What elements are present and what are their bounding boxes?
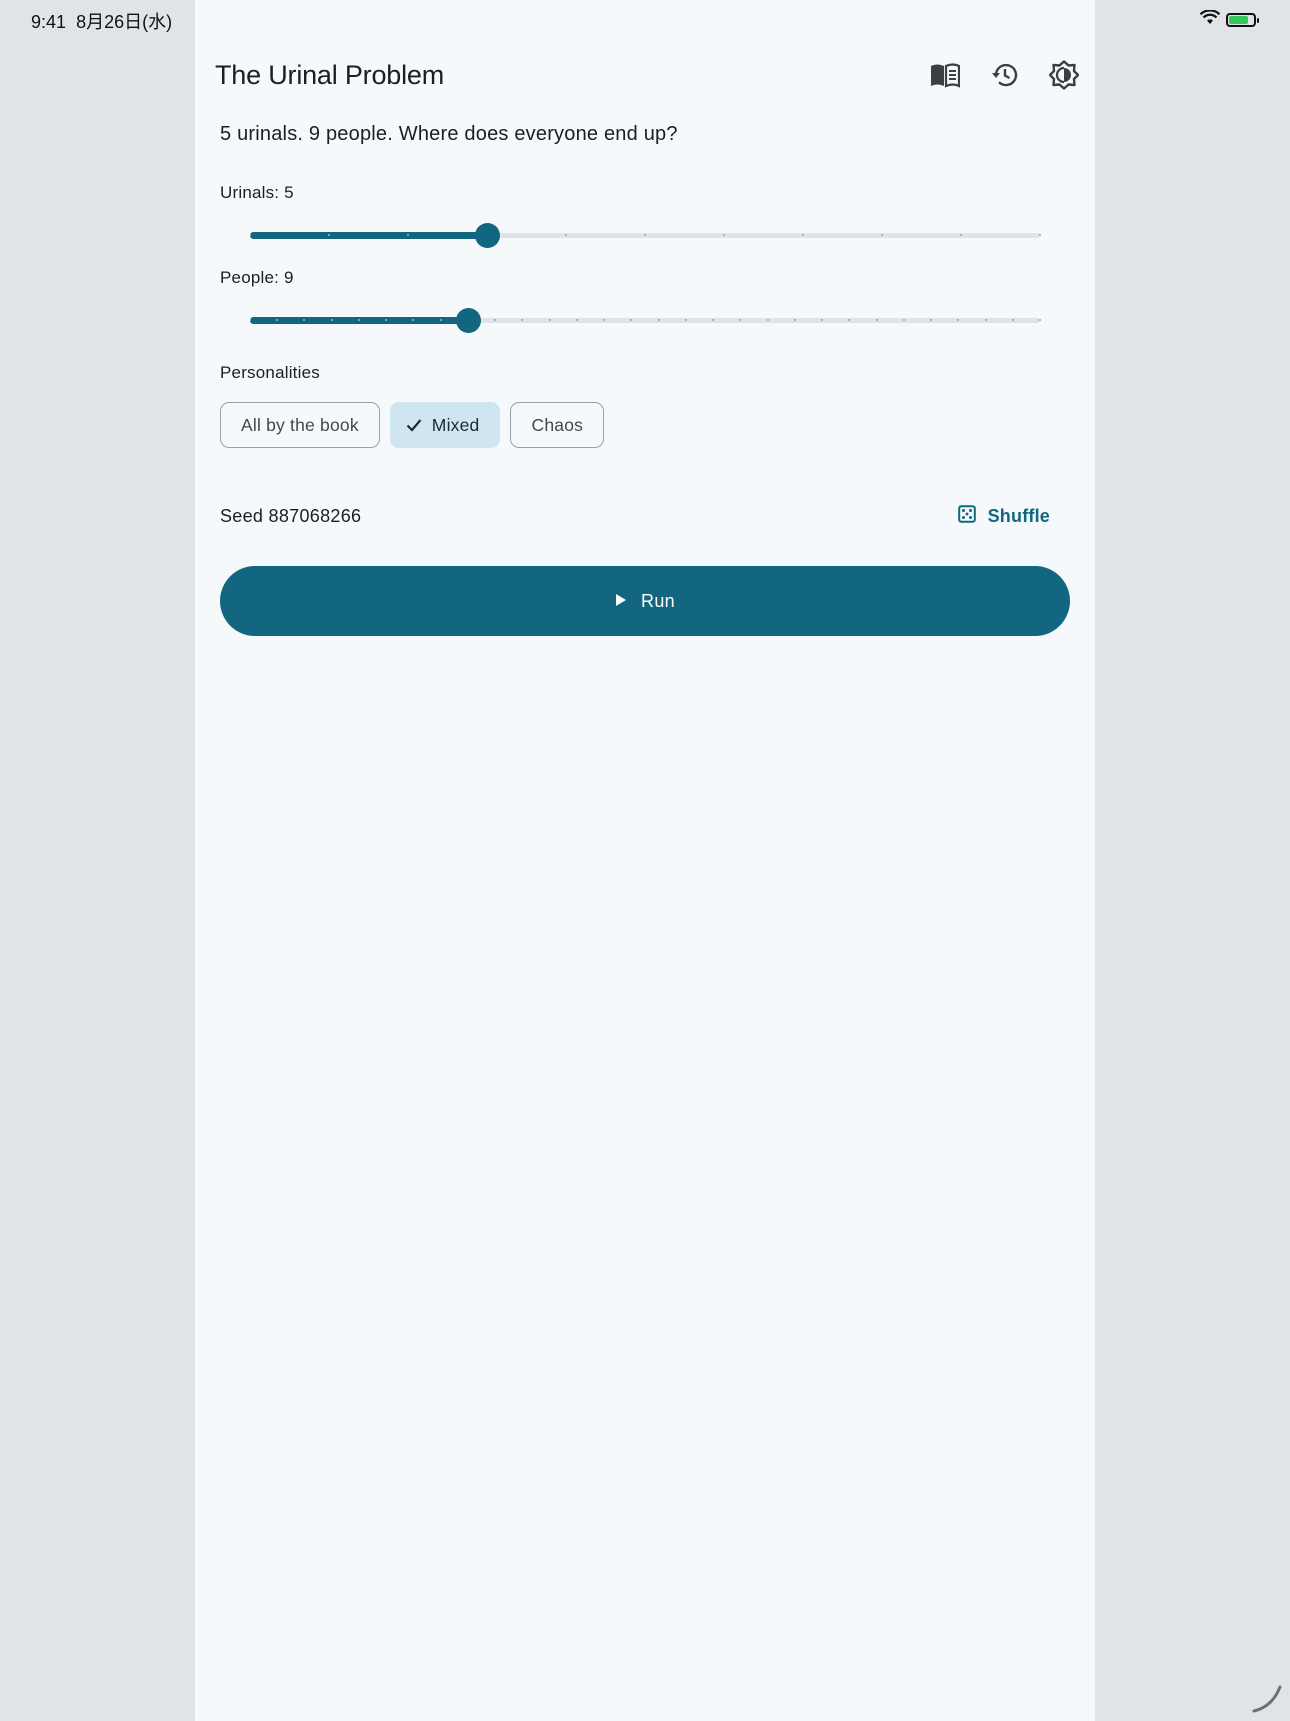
run-button[interactable]: Run — [220, 566, 1070, 636]
urinals-slider-active-track — [250, 232, 487, 239]
people-slider-tick — [766, 319, 769, 321]
urinals-slider-thumb[interactable] — [475, 223, 500, 248]
battery-level — [1229, 16, 1248, 24]
people-slider-tick — [984, 319, 987, 321]
play-icon — [615, 591, 627, 612]
urinals-slider-tick — [723, 234, 725, 236]
people-slider-tick — [793, 319, 796, 321]
people-slider[interactable] — [249, 306, 1041, 334]
people-slider-tick — [1039, 319, 1041, 321]
people-slider-tick — [875, 319, 878, 321]
urinals-slider-tick — [881, 234, 883, 236]
urinals-slider-tick — [249, 234, 251, 236]
dice-icon — [957, 504, 976, 528]
chip-chaos[interactable]: Chaos — [510, 402, 605, 448]
seed-value: Seed 887068266 — [220, 506, 362, 526]
personalities-label: Personalities — [220, 363, 320, 382]
people-slider-tick — [249, 319, 251, 321]
urinals-slider[interactable] — [249, 221, 1041, 249]
chip-label: Mixed — [431, 414, 480, 435]
urinals-slider-tick — [328, 234, 330, 236]
urinals-slider-tick — [565, 234, 567, 236]
urinals-slider-tick — [960, 234, 962, 236]
urinals-slider-tick — [1039, 234, 1041, 236]
people-slider-tick — [1011, 319, 1014, 321]
chip-label: All by the book — [241, 414, 359, 435]
wifi-icon — [1199, 9, 1221, 30]
people-slider-tick — [575, 319, 578, 321]
people-slider-tick — [684, 319, 687, 321]
urinals-slider-tick — [802, 234, 804, 236]
people-slider-tick — [657, 319, 660, 321]
people-slider-tick — [548, 319, 551, 321]
chip-label: Chaos — [531, 414, 584, 435]
people-slider-thumb[interactable] — [455, 308, 481, 333]
run-label: Run — [641, 590, 675, 611]
app-title: The Urinal Problem — [215, 60, 444, 90]
brightness-icon[interactable] — [1047, 58, 1081, 92]
chip-mixed[interactable]: Mixed — [389, 402, 501, 448]
shuffle-label: Shuffle — [987, 505, 1050, 526]
people-slider-tick — [439, 319, 442, 321]
personality-chips: All by the book Mixed Chaos — [220, 402, 605, 448]
clock-time: 9:41 — [31, 12, 67, 32]
urinals-label: Urinals: 5 — [220, 183, 294, 202]
people-label: People: 9 — [220, 268, 294, 287]
headline: 5 urinals. 9 people. Where does everyone… — [220, 123, 678, 145]
check-icon — [406, 418, 422, 432]
history-icon[interactable] — [988, 58, 1022, 92]
people-slider-tick — [902, 319, 905, 321]
urinals-slider-tick — [644, 234, 646, 236]
people-slider-tick — [930, 319, 933, 321]
book-icon[interactable] — [928, 58, 962, 92]
clock-date: 8月26日(水) — [76, 12, 173, 32]
shuffle-button[interactable]: Shuffle — [957, 498, 1050, 534]
scroll-indicator — [1252, 1683, 1282, 1713]
people-slider-tick — [330, 319, 333, 321]
urinals-slider-tick — [407, 234, 409, 236]
status-indicators — [1199, 9, 1259, 30]
people-slider-tick — [357, 319, 360, 321]
chip-all-by-the-book[interactable]: All by the book — [220, 402, 380, 448]
battery-icon — [1226, 13, 1259, 27]
status-time: 9:41 8月26日(水) — [31, 8, 172, 34]
main-panel: The Urinal Problem 5 urinals. 9 people. … — [195, 0, 1095, 1721]
